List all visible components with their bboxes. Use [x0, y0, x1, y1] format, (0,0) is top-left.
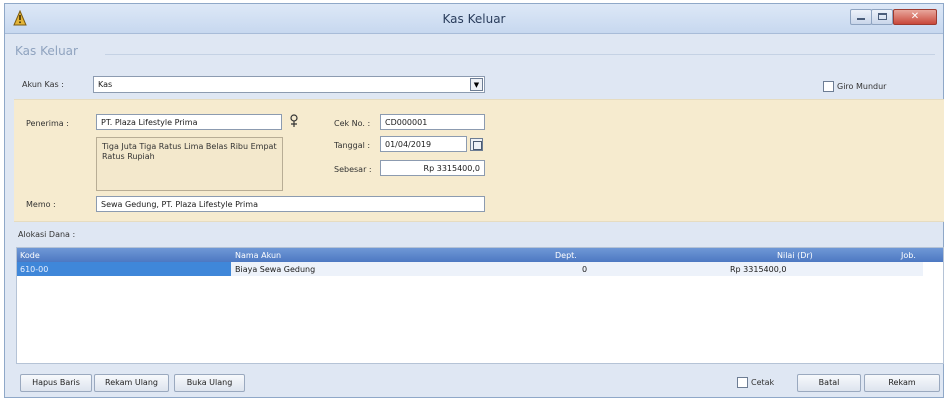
- cek-no-label: Cek No. :: [334, 119, 371, 128]
- giro-mundur-checkbox[interactable]: [823, 81, 834, 92]
- memo-label: Memo :: [26, 200, 56, 209]
- cetak-label: Cetak: [751, 378, 775, 387]
- cek-no-input[interactable]: CD000001: [380, 114, 485, 130]
- cell-nilai: Rp 3315400,0: [730, 265, 787, 274]
- chevron-down-icon[interactable]: ▼: [470, 78, 483, 91]
- close-button[interactable]: ✕: [893, 9, 937, 25]
- grid-scroll-area: [923, 276, 943, 363]
- penerima-input[interactable]: PT. Plaza Lifestyle Prima: [96, 114, 282, 130]
- page-title: Kas Keluar: [15, 44, 78, 58]
- maximize-icon: [877, 13, 887, 20]
- alokasi-grid: Kode Nama Akun Dept. Nilai (Dr) Job. 610…: [16, 247, 944, 364]
- rekam-ulang-button[interactable]: Rekam Ulang: [94, 374, 169, 392]
- column-header-nilai[interactable]: Nilai (Dr): [777, 251, 813, 260]
- memo-input[interactable]: Sewa Gedung, PT. Plaza Lifestyle Prima: [96, 196, 485, 212]
- tanggal-input[interactable]: 01/04/2019: [380, 136, 467, 152]
- batal-button[interactable]: Batal: [797, 374, 861, 392]
- giro-mundur-label: Giro Mundur: [837, 82, 887, 91]
- akun-kas-value: Kas: [98, 80, 113, 89]
- tanggal-label: Tanggal :: [334, 141, 371, 150]
- akun-kas-label: Akun Kas :: [22, 80, 64, 89]
- maximize-button[interactable]: [871, 9, 893, 25]
- hapus-baris-button[interactable]: Hapus Baris: [20, 374, 92, 392]
- terbilang-text: Tiga Juta Tiga Ratus Lima Belas Ribu Emp…: [96, 137, 283, 191]
- person-lookup-icon[interactable]: [289, 114, 299, 128]
- column-header-kode[interactable]: Kode: [20, 251, 40, 260]
- close-icon: ✕: [910, 11, 920, 22]
- cell-nama-akun: Biaya Sewa Gedung: [235, 265, 316, 274]
- window-title: Kas Keluar: [442, 12, 506, 26]
- cetak-checkbox[interactable]: [737, 377, 748, 388]
- sebesar-label: Sebesar :: [334, 165, 372, 174]
- column-header-dept[interactable]: Dept.: [555, 251, 577, 260]
- calendar-icon[interactable]: [470, 138, 483, 151]
- column-header-nama-akun[interactable]: Nama Akun: [235, 251, 281, 260]
- header-divider: [105, 54, 935, 55]
- rekam-button[interactable]: Rekam: [864, 374, 940, 392]
- buka-ulang-button[interactable]: Buka Ulang: [174, 374, 245, 392]
- akun-kas-select[interactable]: Kas ▼: [93, 76, 485, 93]
- selected-cell[interactable]: [17, 262, 231, 276]
- sebesar-input[interactable]: Rp 3315400,0: [380, 160, 485, 176]
- minimize-icon: [857, 18, 865, 20]
- cell-kode: 610-00: [20, 265, 49, 274]
- alokasi-dana-label: Alokasi Dana :: [18, 230, 76, 239]
- minimize-button[interactable]: [850, 9, 872, 25]
- table-row[interactable]: 610-00 Biaya Sewa Gedung 0 Rp 3315400,0: [17, 262, 923, 276]
- penerima-label: Penerima :: [26, 119, 69, 128]
- cell-dept: 0: [582, 265, 588, 274]
- column-header-job[interactable]: Job.: [901, 251, 916, 260]
- title-bar: Kas Keluar ✕: [5, 4, 943, 34]
- grid-header: Kode Nama Akun Dept. Nilai (Dr) Job.: [17, 248, 943, 262]
